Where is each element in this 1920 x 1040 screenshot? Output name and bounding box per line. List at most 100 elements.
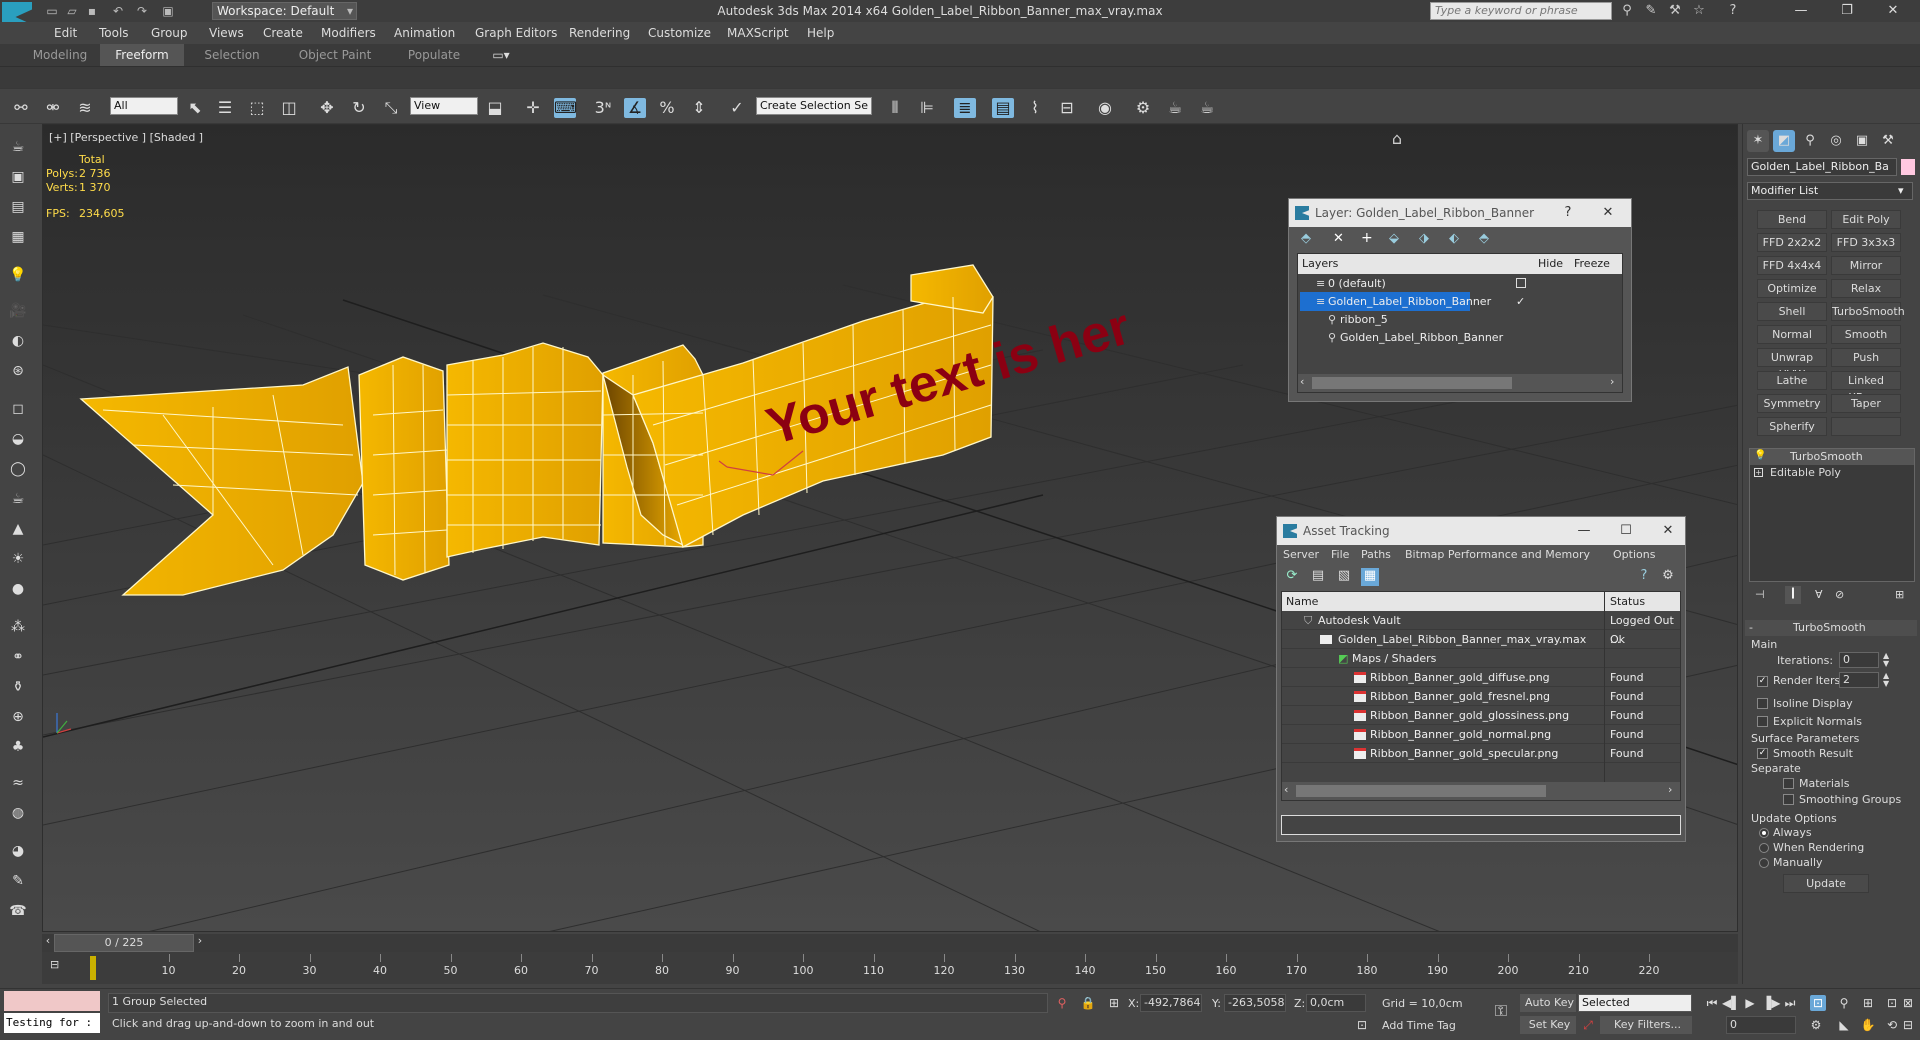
time-cursor[interactable] [90, 956, 96, 980]
z-coordinate-field[interactable]: 0,0cm [1306, 994, 1366, 1012]
configure-modifier-sets-icon[interactable]: ⊞ [1895, 588, 1904, 601]
modifier-mirror-button[interactable]: Mirror [1831, 256, 1901, 275]
undo-icon[interactable]: ↶ [110, 3, 126, 19]
asset-dialog-titlebar[interactable]: Asset Tracking — ☐ ✕ [1277, 517, 1685, 545]
layer-object-row[interactable]: ⚲ Golden_Label_Ribbon_Banner [1298, 328, 1622, 347]
turbosmooth-rollout-header[interactable]: - TurboSmooth [1745, 620, 1917, 636]
set-key-mode-icon[interactable]: ⚿ [1488, 1003, 1514, 1019]
menu-create[interactable]: Create [263, 26, 303, 40]
maxscript-listener-pink[interactable] [4, 991, 100, 1011]
go-to-end-icon[interactable]: ⏭ [1782, 995, 1798, 1011]
asset-row[interactable]: ⛉ Autodesk Vault Logged Out ... [1282, 611, 1680, 646]
open-file-icon[interactable]: ▱ [64, 3, 80, 19]
select-and-link-icon[interactable]: ⚯ [10, 98, 32, 118]
select-by-name-icon[interactable]: ☰ [214, 98, 236, 118]
layer-object-row[interactable]: ⚲ ribbon_5 [1298, 310, 1622, 329]
scroll-thumb[interactable] [1312, 377, 1512, 389]
layer-row-selected[interactable]: ≡ Golden_Label_Ribbon_Banner ✓ [1298, 292, 1622, 311]
field-of-view-icon[interactable]: ◣ [1836, 1017, 1852, 1033]
menu-rendering[interactable]: Rendering [569, 26, 630, 40]
horizontal-scrollbar[interactable]: ‹ › [1298, 374, 1622, 392]
chevron-right-icon[interactable]: › [1668, 783, 1672, 796]
maximize-button[interactable]: ❐ [1824, 0, 1870, 22]
layer-row[interactable]: ≡ 0 (default) [1298, 274, 1622, 293]
menu-maxscript[interactable]: MAXScript [727, 26, 789, 40]
rendered-frame-window-icon[interactable]: ☕ [1164, 98, 1186, 118]
teapot-icon[interactable]: ☕ [7, 136, 29, 158]
modifier-ffd3-button[interactable]: FFD 3x3x3 [1831, 233, 1901, 252]
menu-group[interactable]: Group [151, 26, 188, 40]
menu-graph-editors[interactable]: Graph Editors [475, 26, 557, 40]
hair-fur-icon[interactable]: ≈ [7, 772, 29, 794]
window-crossing-icon[interactable]: ◫ [278, 98, 300, 118]
manually-radio[interactable] [1759, 858, 1769, 868]
list-view-icon[interactable]: ▤ [1309, 568, 1327, 586]
close-icon[interactable]: ✕ [1593, 199, 1623, 227]
render-setup-icon[interactable]: ⚙ [1132, 98, 1154, 118]
scroll-thumb[interactable] [1296, 785, 1546, 797]
pan-view-icon[interactable]: ✋ [1860, 1017, 1876, 1033]
selection-filter-dropdown[interactable]: All [110, 97, 178, 115]
make-unique-icon[interactable]: ∀ [1815, 588, 1823, 601]
update-button[interactable]: Update [1783, 874, 1869, 893]
explicit-normals-checkbox[interactable] [1757, 716, 1768, 727]
tab-object-paint[interactable]: Object Paint [290, 44, 380, 66]
smooth-result-checkbox[interactable]: ✓ [1757, 748, 1768, 759]
mirror-icon[interactable]: ⫴ [884, 98, 906, 118]
asset-menu-bitmap-performance[interactable]: Bitmap Performance and Memory [1405, 548, 1590, 561]
camera-icon[interactable]: 🎥 [7, 300, 29, 322]
current-frame-field[interactable]: 0 [1726, 1016, 1796, 1034]
modifier-edit-poly-button[interactable]: Edit Poly [1831, 210, 1901, 229]
iterations-spinner[interactable]: 0 [1839, 652, 1879, 668]
light-bulb-icon[interactable]: 💡 [1754, 450, 1766, 461]
modifier-lathe-button[interactable]: Lathe [1757, 371, 1827, 390]
curve-editor-icon[interactable]: ⌇ [1024, 98, 1046, 118]
create-tab-icon[interactable]: ✶ [1747, 130, 1769, 152]
previous-frame-icon[interactable]: ◀▌ [1722, 995, 1740, 1011]
expand-icon[interactable]: + [1754, 468, 1763, 477]
reference-coordinate-dropdown[interactable]: View [410, 97, 478, 115]
maximize-icon[interactable]: ☐ [1611, 517, 1641, 545]
horizontal-scrollbar[interactable]: ‹ › [1282, 782, 1680, 800]
modifier-normal-button[interactable]: Normal [1757, 325, 1827, 344]
modifier-empty-button[interactable] [1831, 417, 1901, 436]
asset-row[interactable]: Golden_Label_Ribbon_Banner_max_vray.max … [1282, 630, 1680, 649]
remove-modifier-icon[interactable]: ⊘ [1835, 588, 1844, 601]
zoom-all-icon[interactable]: ⊞ [1860, 995, 1876, 1011]
y-coordinate-field[interactable]: -263,5058 [1224, 994, 1286, 1012]
select-in-layer-icon[interactable]: ⬙ [1389, 231, 1399, 246]
redo-icon[interactable]: ↷ [134, 3, 150, 19]
help-icon[interactable]: ? [1635, 568, 1653, 586]
selection-lock-icon[interactable]: ⚲ [1054, 995, 1070, 1011]
rectangular-selection-icon[interactable]: ⬚ [246, 98, 268, 118]
motion-tab-icon[interactable]: ◎ [1825, 130, 1847, 152]
reel-icon[interactable]: ⊛ [7, 360, 29, 382]
modifier-smooth-button[interactable]: Smooth [1831, 325, 1901, 344]
chevron-left-icon[interactable]: ‹ [1300, 375, 1304, 388]
chevron-right-icon[interactable]: › [194, 934, 206, 952]
table-view-icon[interactable]: ▦ [1361, 568, 1379, 586]
adaptive-degradation-icon[interactable]: ⊡ [1354, 1017, 1370, 1033]
col-hide[interactable]: Hide [1538, 257, 1563, 270]
stack-item-editable-poly[interactable]: + Editable Poly [1750, 465, 1914, 481]
spinner-arrows-icon[interactable]: ▲ ▼ [1883, 652, 1889, 668]
asset-row[interactable]: Ribbon_Banner_gold_normal.png Found [1282, 725, 1680, 744]
modifier-taper-button[interactable]: Taper [1831, 394, 1901, 413]
zoom-extents-all-icon[interactable]: ⊠ [1900, 995, 1916, 1011]
grid-icon[interactable]: ▦ [7, 226, 29, 248]
layer-dialog-titlebar[interactable]: Layer: Golden_Label_Ribbon_Banner ? ✕ [1289, 199, 1631, 227]
vase-icon[interactable]: ⚱ [7, 676, 29, 698]
pin-stack-icon[interactable]: ⊣ [1755, 588, 1765, 601]
layer-explorer-icon[interactable]: ≣ [954, 98, 976, 118]
show-end-result-icon[interactable]: ❙ [1785, 586, 1801, 604]
help-icon[interactable]: ? [1553, 199, 1583, 227]
shell-icon[interactable]: ◍ [7, 802, 29, 824]
asset-menu-server[interactable]: Server [1283, 548, 1319, 561]
delete-layer-icon[interactable]: ✕ [1333, 231, 1344, 246]
modifier-relax-button[interactable]: Relax [1831, 279, 1901, 298]
modifier-symmetry-button[interactable]: Symmetry [1757, 394, 1827, 413]
cone-primitive-icon[interactable]: ▲ [7, 518, 29, 540]
go-to-start-icon[interactable]: ⏮ [1704, 995, 1720, 1011]
project-folder-icon[interactable]: ▣ [160, 3, 176, 19]
maxscript-listener-input[interactable]: Testing for : [4, 1013, 100, 1033]
